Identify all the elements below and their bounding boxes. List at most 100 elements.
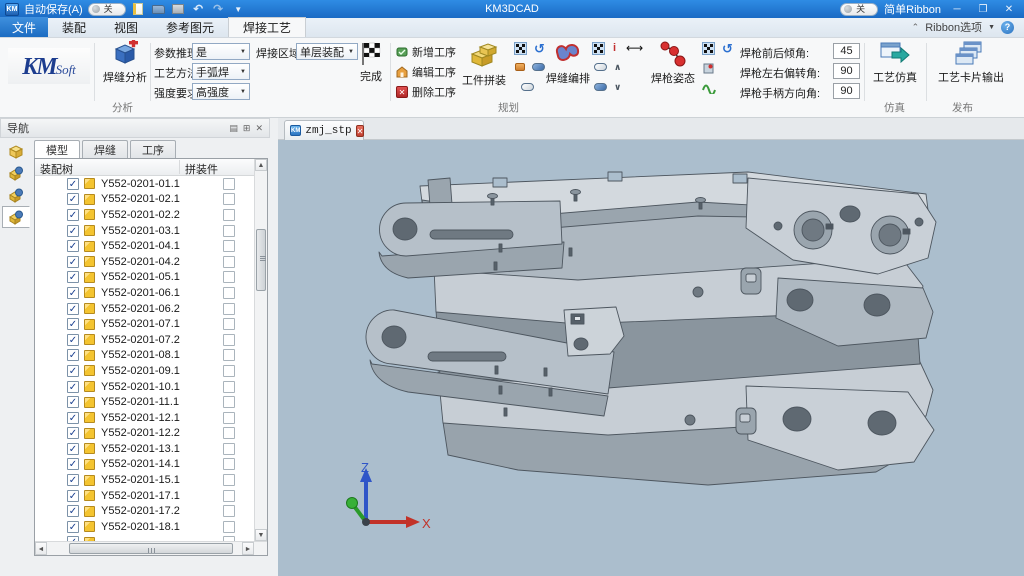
assembly-checkbox-unchecked[interactable]	[223, 303, 235, 315]
tree-row[interactable]: ✓ Y552-0201-07.2	[35, 332, 254, 348]
tree-row[interactable]: ✓Y552-0201-13.1	[35, 441, 254, 457]
tree-row[interactable]: ✓Y552-0201-07.1	[35, 316, 254, 332]
tree-row[interactable]: ✓ Y552-0201-14.1	[35, 457, 254, 473]
part-label[interactable]: Y552-0201-12.2	[101, 427, 180, 439]
tree-row[interactable]: ✓ Y552-0201-09.1	[35, 363, 254, 379]
assembly-checkbox-unchecked[interactable]	[223, 318, 235, 330]
visibility-checkbox-checked[interactable]: ✓	[67, 427, 79, 439]
simple-ribbon-toggle[interactable]: 关	[840, 3, 878, 16]
part-label[interactable]: Y552-0201-09.1	[101, 365, 180, 377]
new-file-button[interactable]	[131, 2, 146, 16]
visibility-checkbox-checked[interactable]: ✓	[67, 256, 79, 268]
visibility-checkbox-checked[interactable]: ✓	[67, 271, 79, 283]
assembly-checkbox-unchecked[interactable]	[223, 209, 235, 221]
part-label[interactable]: Y552-0201-11.1	[101, 396, 179, 408]
tree-row[interactable]: ✓Y552-0201-04.1	[35, 238, 254, 254]
assembly-checkbox-unchecked[interactable]	[223, 271, 235, 283]
visibility-checkbox-checked[interactable]: ✓	[67, 193, 79, 205]
visibility-checkbox-checked[interactable]: ✓	[67, 490, 79, 502]
visibility-checkbox-checked[interactable]: ✓	[67, 334, 79, 346]
visibility-checkbox-checked[interactable]: ✓	[67, 381, 79, 393]
part-label[interactable]: Y552-0201-01.1	[101, 178, 180, 190]
part-label[interactable]: Y552-0201-07.2	[101, 334, 180, 346]
visibility-checkbox-checked[interactable]: ✓	[67, 443, 79, 455]
tree-row[interactable]: ✓Y552-0201-02.1	[35, 192, 254, 208]
part-label[interactable]: Y552-0201-17.1	[101, 490, 180, 502]
assembly-checkbox-unchecked[interactable]	[223, 505, 235, 517]
part-label[interactable]: Y552-0201-03.1	[101, 225, 180, 237]
assembly-checkbox-unchecked[interactable]	[223, 443, 235, 455]
part-label[interactable]: Y552-0201-04.2	[101, 256, 180, 268]
tree-row[interactable]: ✓Y552-0201-17.2	[35, 503, 254, 519]
weld-region-select[interactable]: 单层装配 ▼	[296, 43, 358, 60]
maximize-button[interactable]: ❐	[973, 2, 993, 16]
part-assembly-button[interactable]: 工件拼装	[458, 40, 510, 88]
part-label[interactable]: Y552-0201-14.1	[101, 458, 180, 470]
weld-arrange-button[interactable]: 焊缝编排	[544, 40, 592, 86]
torch-angle-lr-input[interactable]: 90	[833, 63, 860, 79]
tree-row[interactable]: ✓Y552-0201-06.1	[35, 285, 254, 301]
scroll-left-icon[interactable]: ◄	[35, 542, 47, 555]
strength-req-select[interactable]: 高强度 ▼	[192, 83, 250, 100]
assembly-checkbox-unchecked[interactable]	[223, 193, 235, 205]
document-close-icon[interactable]: ✕	[356, 125, 365, 137]
horizontal-scrollbar[interactable]: ◄ ►	[35, 541, 267, 555]
visibility-checkbox-checked[interactable]: ✓	[67, 209, 79, 221]
tree-row[interactable]: ✓ Y552-0201-17.1	[35, 488, 254, 504]
part-label[interactable]: Y552-0201-18.1	[101, 521, 180, 533]
tree-row[interactable]: ✓Y552-0201-15.1	[35, 472, 254, 488]
delete-step-button[interactable]: ✕ 删除工序	[396, 83, 456, 100]
tree-row[interactable]: ✓ Y552-0201-11.1	[35, 394, 254, 410]
visibility-checkbox-checked[interactable]: ✓	[67, 521, 79, 533]
tree-row[interactable]: ✓Y552-0201-01.1	[35, 176, 254, 192]
visibility-checkbox-checked[interactable]: ✓	[67, 287, 79, 299]
tab-file[interactable]: 文件	[0, 17, 48, 37]
visibility-checkbox-checked[interactable]: ✓	[67, 318, 79, 330]
collapse-ribbon-icon[interactable]: ⌃	[912, 22, 920, 33]
minimize-button[interactable]: ─	[947, 2, 967, 16]
assembly-checkbox-unchecked[interactable]	[223, 427, 235, 439]
visibility-checkbox-checked[interactable]: ✓	[67, 396, 79, 408]
assembly-checkbox-unchecked[interactable]	[223, 396, 235, 408]
visibility-checkbox-checked[interactable]: ✓	[67, 458, 79, 470]
vertical-scrollbar[interactable]: ▲ ▼	[254, 159, 267, 541]
assembly-checkbox-unchecked[interactable]	[223, 240, 235, 252]
visibility-checkbox-checked[interactable]: ✓	[67, 349, 79, 361]
visibility-checkbox-checked[interactable]: ✓	[67, 303, 79, 315]
finish-button[interactable]: 完成	[356, 42, 386, 84]
scroll-right-icon[interactable]: ►	[242, 542, 254, 555]
process-simulation-button[interactable]: 工艺仿真	[868, 40, 922, 85]
torch-angle-fb-input[interactable]: 45	[833, 43, 860, 59]
assembly-checkbox-unchecked[interactable]	[223, 381, 235, 393]
param-inference-select[interactable]: 是 ▼	[192, 43, 250, 60]
tree-row[interactable]: ✓Y552-0201-08.1	[35, 348, 254, 364]
tree-row[interactable]: ✓Y552-0201-06.2	[35, 301, 254, 317]
pick-point-button[interactable]	[703, 63, 714, 74]
redo-button[interactable]: ↷	[211, 2, 226, 16]
visibility-checkbox-checked[interactable]: ✓	[67, 365, 79, 377]
undo-button[interactable]: ↶	[191, 2, 206, 16]
ribbon-options-button[interactable]: Ribbon选项	[925, 19, 982, 35]
torch-angle-handle-input[interactable]: 90	[833, 83, 860, 99]
help-icon[interactable]: ?	[1001, 21, 1014, 34]
tab-assembly[interactable]: 装配	[48, 17, 100, 37]
capsule-white-button[interactable]	[594, 63, 607, 71]
torch-pose-button[interactable]: 焊枪姿态	[648, 40, 698, 86]
assembly-checkbox-unchecked[interactable]	[223, 474, 235, 486]
mini-flag-button[interactable]	[702, 42, 715, 55]
measure-button[interactable]: ⟷	[626, 41, 643, 55]
capsule-white-button[interactable]	[521, 83, 534, 91]
part-label[interactable]: Y552-0201-15.1	[101, 474, 180, 486]
autosave-toggle[interactable]: 关	[88, 3, 126, 16]
part-label[interactable]: Y552-0201-17.2	[101, 505, 180, 517]
weld-analysis-button[interactable]: 焊缝分析	[98, 40, 152, 85]
tree-row[interactable]: ✓ Y552-0201-02.2	[35, 207, 254, 223]
assembly-checkbox-unchecked[interactable]	[223, 287, 235, 299]
tab-model[interactable]: 模型	[34, 140, 80, 158]
tab-reference[interactable]: 参考图元	[152, 17, 228, 37]
move-up-button[interactable]: ∧	[614, 62, 621, 73]
part-label[interactable]: Y552-0201-02.2	[101, 209, 180, 221]
wireframe-cube-button[interactable]	[2, 140, 30, 162]
process-card-output-button[interactable]: 工艺卡片输出	[932, 40, 1010, 85]
part-label[interactable]: Y552-0201-10.1	[101, 381, 180, 393]
